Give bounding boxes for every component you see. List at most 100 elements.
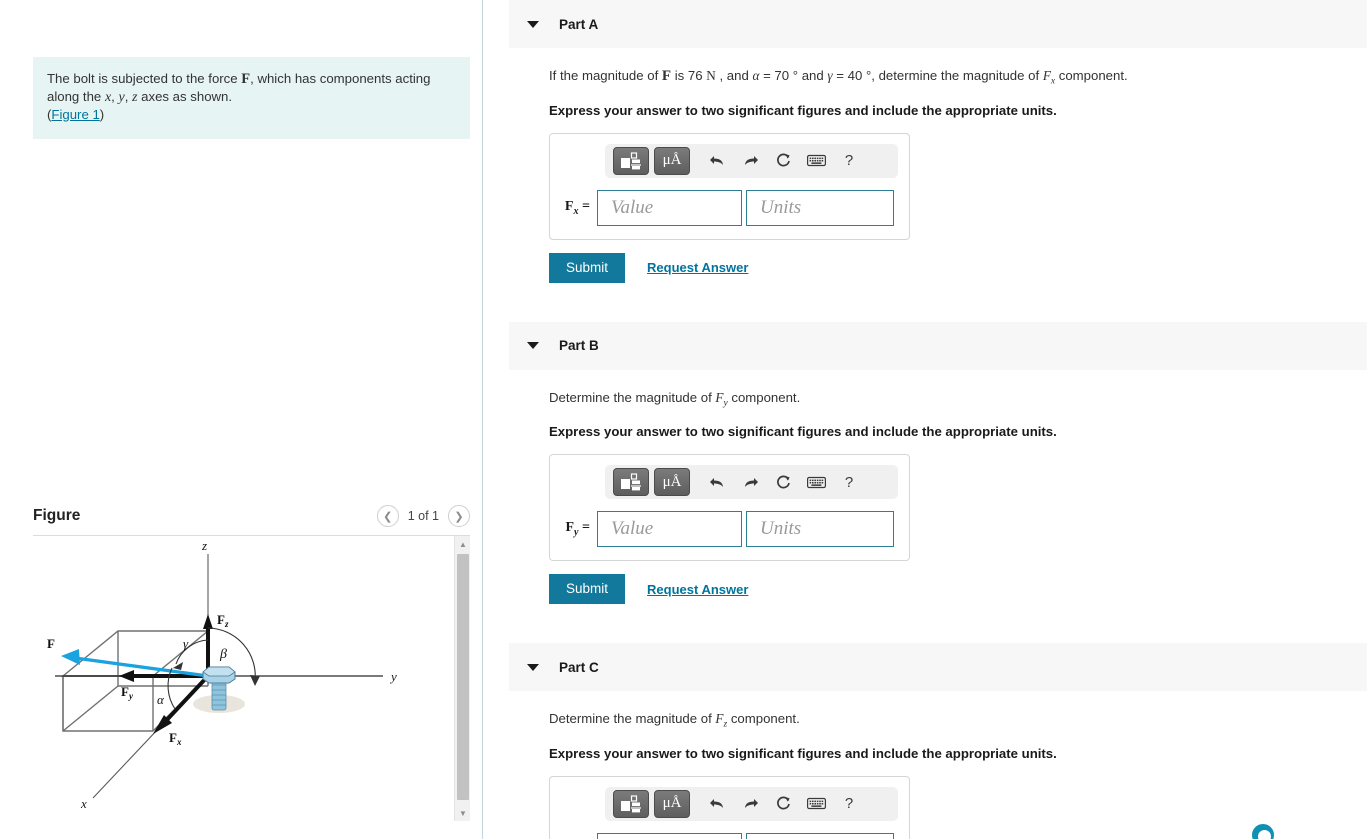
force-fz-label: Fz xyxy=(217,612,229,629)
figure-title: Figure xyxy=(33,507,81,524)
math-template-icon[interactable] xyxy=(613,789,649,818)
undo-arrow-icon[interactable] xyxy=(702,468,732,496)
part-c-answer-row: Fz = Value Units xyxy=(561,832,898,839)
force-fx-label: Fx xyxy=(169,730,182,747)
caret-down-icon[interactable] xyxy=(527,20,539,28)
fb-var-sub: y xyxy=(574,527,579,539)
figure-page-label: 1 of 1 xyxy=(407,509,439,523)
part-b-variable-label: Fy = xyxy=(561,520,597,538)
qa-force-symbol: F xyxy=(661,68,672,84)
figure-image: y z x Fz Fy Fx F γ β α xyxy=(33,536,448,821)
qb-post: component. xyxy=(727,389,801,405)
reset-circle-icon[interactable] xyxy=(768,790,798,818)
figure-pager: ❮ 1 of 1 ❯ xyxy=(376,505,470,527)
part-a-units-input[interactable]: Units xyxy=(746,189,894,226)
part-b-actions: Submit Request Answer xyxy=(549,574,1367,605)
axis-x-label: x xyxy=(80,796,87,811)
micro-angstrom-units-icon[interactable]: μÅ xyxy=(654,146,690,175)
qa-unit: N xyxy=(706,68,716,83)
problem-text-part1: The bolt is subjected to the force xyxy=(47,71,242,86)
paren-close: ) xyxy=(99,107,105,122)
part-c-toolbar: μÅ ? xyxy=(605,786,898,821)
qa-mid3: and xyxy=(798,68,828,83)
micro-angstrom-units-icon[interactable]: μÅ xyxy=(654,789,690,818)
part-a-value-input[interactable]: Value xyxy=(597,189,742,226)
part-a-instruction: Express your answer to two significant f… xyxy=(549,102,1057,118)
part-a-answer-box: μÅ ? Fx = Value Units xyxy=(549,132,910,240)
fa-var-sub: x xyxy=(573,205,579,217)
part-header-b[interactable]: Part B xyxy=(509,321,1367,370)
problem-text-part2: , which has components acting xyxy=(250,71,431,86)
problem-statement: The bolt is subjected to the force F, wh… xyxy=(33,57,470,139)
figure-1-link[interactable]: Figure 1 xyxy=(51,107,99,122)
qa-mid1: is 76 xyxy=(671,68,707,83)
part-c-answer-box: μÅ ? xyxy=(549,775,1277,839)
help-question-icon[interactable]: ? xyxy=(834,468,864,496)
force-symbol: F xyxy=(241,71,251,87)
part-b-units-input[interactable]: Units xyxy=(746,511,894,548)
part-a-submit-button[interactable]: Submit xyxy=(549,252,626,283)
help-label: ? xyxy=(844,795,854,813)
scroll-up-icon[interactable]: ▲ xyxy=(455,536,471,552)
qa-mid2: , and xyxy=(715,68,753,83)
fb-equals: = xyxy=(582,520,590,536)
math-template-icon[interactable] xyxy=(613,146,649,175)
part-c-units-input[interactable]: Units xyxy=(746,832,894,839)
math-template-icon[interactable] xyxy=(613,468,649,497)
part-a-request-answer-link[interactable]: Request Answer xyxy=(647,260,748,275)
reset-circle-icon[interactable] xyxy=(768,468,798,496)
bolt-force-diagram-svg: y z x Fz Fy Fx F γ β α xyxy=(47,538,397,811)
undo-arrow-icon[interactable] xyxy=(702,790,732,818)
qa-eq1: = 70 xyxy=(759,68,793,83)
help-question-icon[interactable]: ? xyxy=(834,147,864,175)
keyboard-icon[interactable] xyxy=(801,147,831,175)
part-b-value-input[interactable]: Value xyxy=(597,511,742,548)
part-header-c[interactable]: Part C xyxy=(509,643,1367,692)
angle-alpha-label: α xyxy=(157,692,165,707)
status-badge-icon xyxy=(1249,821,1277,839)
force-fy-vector xyxy=(119,670,208,682)
axis-y-label: y xyxy=(389,669,397,684)
part-b-instruction: Express your answer to two significant f… xyxy=(549,424,1057,440)
scrollbar-thumb[interactable] xyxy=(457,554,469,800)
part-b-toolbar: μÅ ? xyxy=(605,465,898,500)
help-label: ? xyxy=(844,152,854,170)
force-resultant-vector xyxy=(61,649,209,678)
part-b-body: Determine the magnitude of Fy component.… xyxy=(484,389,1367,605)
axis-z-label: z xyxy=(201,538,207,553)
redo-arrow-icon[interactable] xyxy=(735,468,765,496)
right-panel: Part A If the magnitude of F is 76 N , a… xyxy=(484,0,1367,839)
part-b-request-answer-link[interactable]: Request Answer xyxy=(647,582,748,597)
units-icon-label: μÅ xyxy=(662,152,682,169)
caret-down-icon[interactable] xyxy=(527,663,539,671)
redo-arrow-icon[interactable] xyxy=(735,790,765,818)
qb-pre: Determine the magnitude of xyxy=(549,389,716,405)
units-icon-label: μÅ xyxy=(662,473,682,490)
micro-angstrom-units-icon[interactable]: μÅ xyxy=(654,468,690,497)
chevron-left-icon[interactable]: ❮ xyxy=(376,505,399,527)
units-icon-label: μÅ xyxy=(662,795,682,812)
keyboard-icon[interactable] xyxy=(801,468,831,496)
force-f-label: F xyxy=(47,636,55,651)
qc-post: component. xyxy=(727,711,800,727)
help-question-icon[interactable]: ? xyxy=(834,790,864,818)
keyboard-icon[interactable] xyxy=(801,790,831,818)
redo-arrow-icon[interactable] xyxy=(735,147,765,175)
part-c-body: Determine the magnitude of Fz component.… xyxy=(484,710,1367,839)
part-c-label: Part C xyxy=(559,659,599,675)
fb-var: F xyxy=(565,520,575,536)
problem-text-part3: along the xyxy=(47,89,105,104)
scroll-down-icon[interactable]: ▼ xyxy=(455,805,471,821)
part-c-value-input[interactable]: Value xyxy=(597,832,742,839)
part-b-submit-button[interactable]: Submit xyxy=(549,574,626,605)
part-a-body: If the magnitude of F is 76 N , and α = … xyxy=(484,67,1367,283)
part-header-a[interactable]: Part A xyxy=(509,0,1367,48)
figure-scrollbar[interactable]: ▲ ▼ xyxy=(454,536,470,821)
part-c-question: Determine the magnitude of Fz component. xyxy=(549,710,1367,734)
qa-component-symbol: F xyxy=(1042,68,1051,83)
part-b-question: Determine the magnitude of Fy component. xyxy=(549,389,1367,413)
chevron-right-icon[interactable]: ❯ xyxy=(448,505,470,527)
caret-down-icon[interactable] xyxy=(527,342,539,350)
reset-circle-icon[interactable] xyxy=(768,147,798,175)
undo-arrow-icon[interactable] xyxy=(702,147,732,175)
